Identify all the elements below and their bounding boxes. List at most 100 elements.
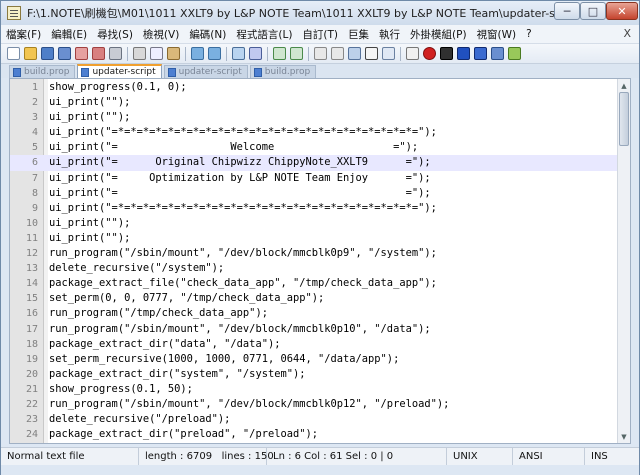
close-icon[interactable] (75, 47, 88, 60)
scroll-up-icon[interactable]: ▲ (618, 79, 630, 92)
menu-settings[interactable]: 自訂(T) (297, 27, 343, 42)
status-encoding[interactable]: ANSI (513, 447, 585, 466)
code-line-current[interactable]: 6 ui_print("= Original Chipwizz ChippyNot… (10, 155, 618, 171)
find-icon[interactable] (232, 47, 245, 60)
code-line[interactable]: 2 ui_print(""); (10, 95, 618, 110)
code-line[interactable]: 3 ui_print(""); (10, 110, 618, 125)
paste-icon[interactable] (167, 47, 180, 60)
code-line[interactable]: 10 ui_print(""); (10, 216, 618, 231)
line-number: 20 (25, 368, 38, 380)
scrollbar-thumb[interactable] (619, 92, 629, 146)
line-number: 13 (25, 263, 38, 275)
close-window-button[interactable]: ✕ (606, 2, 638, 20)
line-number: 2 (31, 97, 38, 109)
menu-search[interactable]: 尋找(S) (92, 27, 138, 42)
sync-h-icon[interactable] (331, 47, 344, 60)
save-macro-icon[interactable] (491, 47, 504, 60)
scroll-down-icon[interactable]: ▼ (618, 430, 630, 443)
menu-encoding[interactable]: 編碼(N) (184, 27, 231, 42)
line-text: ui_print(""); (49, 231, 131, 244)
tab-label: build.prop (264, 67, 311, 77)
cut-icon[interactable] (133, 47, 146, 60)
save-all-icon[interactable] (58, 47, 71, 60)
tab-updater-script-active[interactable]: updater-script (77, 64, 162, 78)
play-icon[interactable] (457, 47, 470, 60)
menu-file[interactable]: 檔案(F) (1, 27, 46, 42)
close-document-icon[interactable]: X (623, 27, 631, 40)
undo-icon[interactable] (191, 47, 204, 60)
window-title: F:\1.NOTE\刷機包\M01\1011 XXLT9 by L&P NOTE… (27, 7, 555, 20)
close-all-icon[interactable] (92, 47, 105, 60)
replace-icon[interactable] (249, 47, 262, 60)
toolbar-separator (226, 46, 227, 61)
line-text: run_program("/sbin/mount", "/dev/block/m… (49, 322, 431, 335)
document-tab-bar: build.prop updater-script updater-script… (1, 64, 639, 78)
menu-help[interactable]: ? (521, 28, 537, 40)
code-line[interactable]: 4 ui_print("=*=*=*=*=*=*=*=*=*=*=*=*=*=*=… (10, 125, 618, 140)
zoom-in-icon[interactable] (273, 47, 286, 60)
menu-macro[interactable]: 巨集 (343, 27, 374, 42)
code-line[interactable]: 23 delete_recursive("/preload"); (10, 412, 618, 427)
lang-icon[interactable] (406, 47, 419, 60)
spell-icon[interactable] (508, 47, 521, 60)
menu-window[interactable]: 視窗(W) (472, 27, 522, 42)
code-line[interactable]: 18 package_extract_dir("data", "/data"); (10, 337, 618, 352)
code-line[interactable]: 20 package_extract_dir("system", "/system… (10, 367, 618, 382)
redo-icon[interactable] (208, 47, 221, 60)
play-multi-icon[interactable] (474, 47, 487, 60)
toolbar-separator (308, 46, 309, 61)
vertical-scrollbar[interactable]: ▲ ▼ (617, 79, 630, 443)
code-line[interactable]: 22 run_program("/sbin/mount", "/dev/block… (10, 397, 618, 412)
maximize-icon: □ (587, 4, 599, 18)
code-editor[interactable]: 1 show_progress(0.1, 0); 2 ui_print(""); 3… (9, 78, 631, 444)
zoom-out-icon[interactable] (290, 47, 303, 60)
code-line[interactable]: 15 set_perm(0, 0, 0777, "/tmp/check_data_… (10, 291, 618, 306)
code-line[interactable]: 11 ui_print(""); (10, 231, 618, 246)
code-line[interactable]: 19 set_perm_recursive(1000, 1000, 0771, 0… (10, 352, 618, 367)
menu-edit[interactable]: 編輯(E) (46, 27, 92, 42)
code-line[interactable]: 13 delete_recursive("/system"); (10, 261, 618, 276)
minimize-button[interactable]: ─ (554, 2, 580, 20)
tab-build-prop-2[interactable]: build.prop (249, 65, 317, 78)
status-bar: Normal text file length : 6709 lines : 1… (1, 447, 639, 466)
status-lines: lines : 150 (221, 450, 274, 462)
menu-language[interactable]: 程式語言(L) (231, 27, 297, 42)
save-icon[interactable] (41, 47, 54, 60)
wrap-icon[interactable] (348, 47, 361, 60)
line-text: ui_print(""); (49, 96, 131, 109)
record-icon[interactable] (423, 47, 436, 60)
code-line[interactable]: 14 package_extract_file("check_data_app",… (10, 276, 618, 291)
all-chars-icon[interactable] (365, 47, 378, 60)
new-file-icon[interactable] (7, 47, 20, 60)
code-line[interactable]: 17 run_program("/sbin/mount", "/dev/block… (10, 322, 618, 337)
line-text: run_program("/tmp/check_data_app"); (49, 307, 268, 320)
menu-bar: 檔案(F) 編輯(E) 尋找(S) 檢視(V) 編碼(N) 程式語言(L) 自訂… (1, 25, 639, 44)
status-eol[interactable]: UNIX (447, 447, 513, 466)
code-line[interactable]: 8 ui_print("= ="); (10, 186, 618, 201)
maximize-button[interactable]: □ (580, 2, 606, 20)
code-line[interactable]: 1 show_progress(0.1, 0); (10, 80, 618, 95)
sync-v-icon[interactable] (314, 47, 327, 60)
menu-view[interactable]: 檢視(V) (138, 27, 184, 42)
code-line[interactable]: 12 run_program("/sbin/mount", "/dev/block… (10, 246, 618, 261)
code-line[interactable]: 5 ui_print("= Welcome ="); (10, 140, 618, 155)
code-line[interactable]: 24 package_extract_dir("preload", "/prelo… (10, 427, 618, 442)
copy-icon[interactable] (150, 47, 163, 60)
menu-run[interactable]: 執行 (374, 27, 405, 42)
notepad-app-icon[interactable] (7, 6, 21, 20)
print-icon[interactable] (109, 47, 122, 60)
indent-guide-icon[interactable] (382, 47, 395, 60)
line-number: 23 (25, 414, 38, 426)
stop-icon[interactable] (440, 47, 453, 60)
tab-build-prop[interactable]: build.prop (9, 65, 76, 78)
code-line[interactable]: 9 ui_print("=*=*=*=*=*=*=*=*=*=*=*=*=*=*=… (10, 201, 618, 216)
title-bar[interactable]: F:\1.NOTE\刷機包\M01\1011 XXLT9 by L&P NOTE… (1, 1, 639, 25)
status-insert-mode[interactable]: INS (585, 448, 633, 466)
code-line[interactable]: 16 run_program("/tmp/check_data_app"); (10, 306, 618, 321)
tab-updater-script[interactable]: updater-script (163, 65, 248, 78)
code-line[interactable]: 21 show_progress(0.1, 50); (10, 382, 618, 397)
menu-plugins[interactable]: 外掛模組(P) (405, 27, 472, 42)
code-line[interactable]: 7 ui_print("= Optimization by L&P NOTE Te… (10, 171, 618, 186)
line-number: 24 (25, 429, 38, 441)
open-file-icon[interactable] (24, 47, 37, 60)
